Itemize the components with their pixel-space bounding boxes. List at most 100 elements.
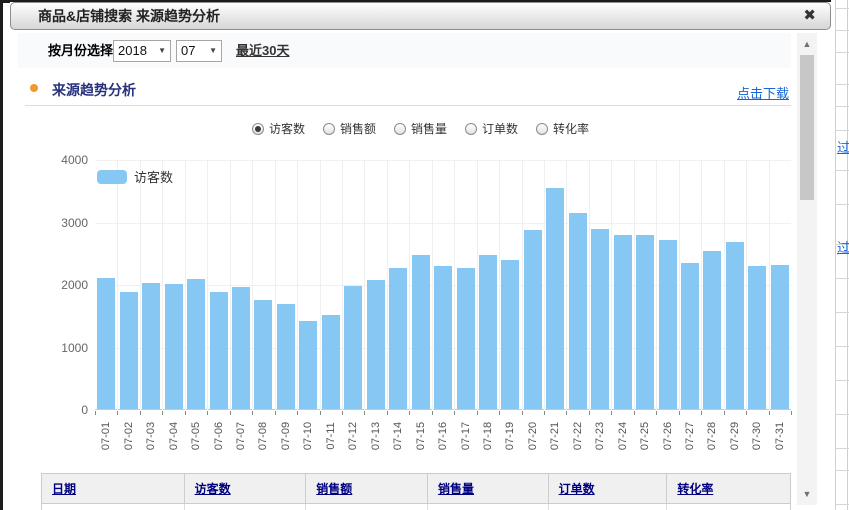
x-axis-tick	[162, 411, 163, 415]
x-axis-tick	[387, 411, 388, 415]
gridline-vertical	[162, 160, 163, 410]
x-axis-tick-label: 07-29	[729, 416, 741, 456]
legend-label: 访客数	[134, 167, 173, 186]
gridline-horizontal	[95, 160, 791, 161]
x-axis-tick-label: 07-15	[415, 416, 427, 456]
x-axis-tick	[544, 411, 545, 415]
background-table-hline	[835, 414, 849, 415]
recent-30-days-link[interactable]: 最近30天	[236, 33, 289, 68]
x-axis-tick-label: 07-03	[145, 416, 157, 456]
table-header-cell: 销售量	[428, 474, 549, 503]
month-selector-row: 按月份选择： 2018 ▼ 07 ▼ 最近30天	[18, 33, 791, 68]
x-axis-tick-label: 07-14	[392, 416, 404, 456]
section-divider	[25, 105, 791, 106]
metric-radio-1[interactable]: 访客数	[252, 120, 305, 137]
x-axis-tick-label: 07-19	[504, 416, 516, 456]
metric-radio-5[interactable]: 转化率	[536, 120, 589, 137]
table-header-link-2[interactable]: 访客数	[195, 480, 231, 497]
x-axis-tick-label: 07-25	[639, 416, 651, 456]
y-axis-tick-label: 1000	[36, 341, 88, 355]
bar-07-15	[412, 255, 430, 409]
background-table-hline	[835, 470, 849, 471]
x-axis-tick-label: 07-12	[347, 416, 359, 456]
gridline-vertical	[499, 160, 500, 410]
x-axis-tick-label: 07-16	[437, 416, 449, 456]
x-axis-tick	[230, 411, 231, 415]
metric-radio-3[interactable]: 销售量	[394, 120, 447, 137]
bar-07-31	[771, 265, 789, 409]
gridline-vertical	[140, 160, 141, 410]
bar-07-21	[546, 188, 564, 409]
background-table-hline	[835, 170, 849, 171]
x-axis-tick-label: 07-13	[370, 416, 382, 456]
download-link[interactable]: 点击下载	[737, 83, 789, 102]
gridline-vertical	[746, 160, 747, 410]
x-axis-tick-label: 07-07	[235, 416, 247, 456]
table-header-cell: 订单数	[549, 474, 668, 503]
gridline-vertical	[589, 160, 590, 410]
trend-analysis-dialog: 商品&店铺搜索 来源趋势分析 ✖ 按月份选择： 2018 ▼ 07 ▼ 最近30…	[10, 2, 831, 510]
x-axis-tick	[364, 411, 365, 415]
bar-07-22	[569, 213, 587, 409]
month-select[interactable]: 07 ▼	[176, 40, 222, 62]
bar-07-18	[479, 255, 497, 409]
table-header-link-3[interactable]: 销售额	[316, 480, 352, 497]
bar-07-09	[277, 304, 295, 409]
table-header-link-4[interactable]: 销售量	[438, 480, 474, 497]
table-header-row: 日期 访客数 销售额 销售量 订单数 转化率	[42, 474, 790, 504]
table-body-cell	[42, 504, 185, 510]
background-table-hline	[835, 278, 849, 279]
background-partial-link: 过	[837, 237, 849, 256]
x-axis-tick	[499, 411, 500, 415]
x-axis-tick	[432, 411, 433, 415]
gridline-vertical	[364, 160, 365, 410]
table-header-link-5[interactable]: 订单数	[559, 480, 595, 497]
year-select[interactable]: 2018 ▼	[113, 40, 171, 62]
scroll-up-icon[interactable]: ▲	[797, 39, 817, 49]
x-axis-tick-label: 07-23	[594, 416, 606, 456]
gridline-vertical	[252, 160, 253, 410]
bar-07-02	[120, 292, 138, 409]
background-table-hline	[835, 312, 849, 313]
x-axis-tick	[746, 411, 747, 415]
metric-radio-4[interactable]: 订单数	[465, 120, 518, 137]
x-axis-tick	[275, 411, 276, 415]
background-table-hline	[835, 130, 849, 131]
background-table-hline	[835, 346, 849, 347]
x-axis-tick	[477, 411, 478, 415]
table-header-link-1[interactable]: 日期	[52, 480, 76, 497]
scroll-down-icon[interactable]: ▼	[797, 489, 817, 499]
metric-radio-label: 访客数	[269, 120, 305, 137]
x-axis-tick-label: 07-01	[100, 416, 112, 456]
x-axis-tick-label: 07-31	[774, 416, 786, 456]
close-icon[interactable]: ✖	[799, 3, 820, 29]
background-table-vline	[835, 0, 836, 510]
x-axis-tick	[611, 411, 612, 415]
table-body-row	[42, 504, 790, 510]
x-axis-tick-label: 07-18	[482, 416, 494, 456]
background-table-hline	[835, 52, 849, 53]
metric-radio-label: 销售量	[411, 120, 447, 137]
y-axis-tick-label: 3000	[36, 216, 88, 230]
table-header-link-6[interactable]: 转化率	[677, 480, 713, 497]
x-axis-tick-label: 07-26	[662, 416, 674, 456]
legend-swatch	[97, 170, 127, 184]
x-axis-tick-label: 07-08	[257, 416, 269, 456]
bar-07-07	[232, 287, 250, 409]
background-table-hline	[835, 84, 849, 85]
x-axis-tick	[117, 411, 118, 415]
x-axis-tick-label: 07-21	[549, 416, 561, 456]
x-axis-tick	[320, 411, 321, 415]
x-axis-tick	[342, 411, 343, 415]
gridline-vertical	[207, 160, 208, 410]
bar-07-12	[344, 286, 362, 409]
vertical-scrollbar[interactable]: ▲ ▼	[797, 33, 817, 505]
x-axis-tick	[679, 411, 680, 415]
metric-radio-2[interactable]: 销售额	[323, 120, 376, 137]
scrollbar-thumb[interactable]	[800, 55, 814, 200]
trend-data-table: 日期 访客数 销售额 销售量 订单数 转化率	[41, 473, 791, 510]
x-axis-tick	[185, 411, 186, 415]
gridline-vertical	[230, 160, 231, 410]
x-axis-tick-label: 07-09	[280, 416, 292, 456]
table-body-cell	[185, 504, 307, 510]
